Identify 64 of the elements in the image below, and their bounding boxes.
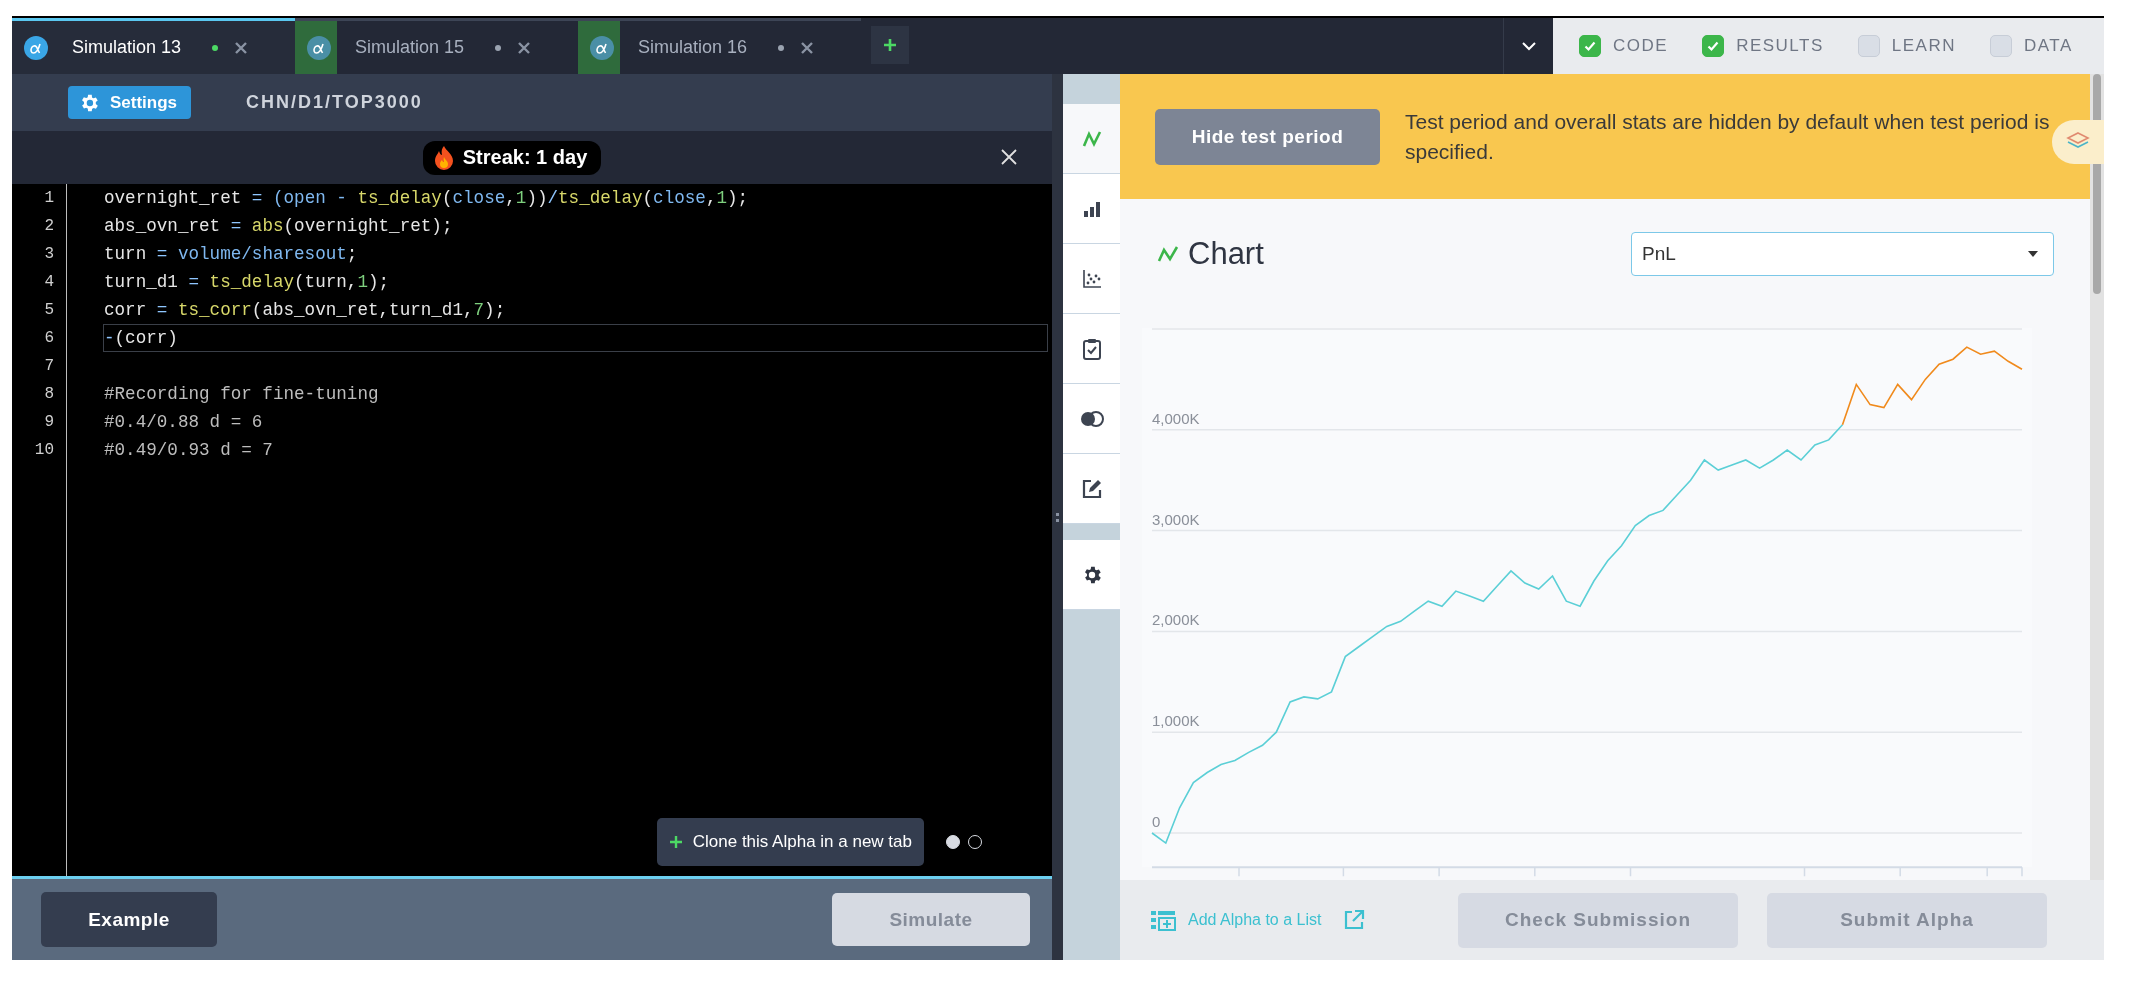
y-axis-label: 3,000K [1152, 510, 1200, 528]
panel-toggle[interactable]: DATA [1989, 35, 2073, 57]
code-line: turn_d1 = ts_delay(turn,1); [104, 272, 390, 292]
y-axis-label: 2,000K [1152, 611, 1200, 629]
hide-test-period-button[interactable]: Hide test period [1155, 108, 1380, 165]
checkbox[interactable] [1579, 35, 1601, 57]
caret-icon [2027, 250, 2039, 258]
flame-icon [432, 144, 455, 171]
code-line: overnight_ret = (open - ts_delay(close,1))/ts_delay(close,1); [104, 188, 749, 208]
panel-toggle[interactable]: CODE [1579, 35, 1669, 57]
line-number: 4 [43, 272, 55, 293]
line-number: 6 [43, 328, 55, 349]
line-number: 1 [43, 188, 55, 209]
y-axis-label: 0 [1152, 813, 1161, 830]
close-icon[interactable] [517, 40, 531, 55]
checkbox[interactable] [1989, 35, 2012, 57]
line-number: 7 [43, 356, 55, 377]
y-axis-label: 4,000K [1152, 409, 1200, 427]
universe-label: CHN/D1/TOP3000 [246, 92, 423, 113]
chevron-down-icon [1521, 42, 1536, 51]
edit-icon [1080, 477, 1103, 500]
code-line: turn = volume/sharesout; [104, 244, 358, 264]
code-line: -(corr) [104, 328, 178, 348]
clone-button[interactable]: Clone this Alpha in a new tab [656, 818, 924, 866]
toggle-circles-icon [1078, 409, 1105, 428]
streak-badge: Streak: 1 day [422, 140, 602, 175]
alpha-logo-icon [590, 35, 614, 60]
alpha-logo-icon [307, 35, 331, 60]
code-line: #0.49/0.93 d = 7 [104, 440, 273, 460]
check-icon [1584, 41, 1596, 52]
alpha-logo-icon [24, 35, 48, 60]
checkbox[interactable] [1857, 35, 1880, 57]
plus-icon [668, 835, 683, 849]
y-axis-label: 1,000K [1152, 712, 1200, 730]
check-icon [1707, 41, 1719, 52]
line-chart-icon [1156, 244, 1180, 264]
notice-text: Test period and overall stats are hidden by default when test period is specified. [1405, 108, 2051, 165]
example-button[interactable]: Example [41, 892, 217, 947]
clipboard-check-icon [1080, 336, 1103, 361]
code-line: #0.4/0.88 d = 6 [104, 412, 263, 432]
chart-title: Chart [1188, 236, 1264, 272]
new-tab-button[interactable] [871, 26, 909, 64]
split-handle[interactable] [1052, 74, 1063, 960]
checkbox[interactable] [1702, 35, 1725, 57]
panel-toggle[interactable]: RESULTS [1702, 35, 1824, 57]
line-number: 9 [43, 412, 55, 433]
code-line: corr = ts_corr(abs_ovn_ret,turn_d1,7); [104, 300, 506, 320]
page-dot[interactable] [946, 835, 960, 849]
close-icon[interactable] [800, 40, 814, 55]
metric-select[interactable]: PnL [1631, 232, 2054, 276]
tab[interactable]: Simulation 13 [12, 18, 295, 74]
settings-button[interactable]: Settings [68, 86, 192, 119]
line-number: 3 [43, 244, 55, 265]
line-number: 2 [43, 216, 55, 237]
code-line: abs_ovn_ret = abs(overnight_ret); [104, 216, 453, 236]
scatter-plot-icon [1080, 267, 1103, 290]
list-add-icon [1150, 909, 1176, 931]
code-line: #Recording for fine-tuning [104, 384, 379, 404]
line-number: 10 [33, 440, 55, 461]
panel-toggle[interactable]: LEARN [1857, 35, 1956, 57]
line-number: 8 [43, 384, 55, 405]
plus-icon [882, 37, 898, 53]
close-icon[interactable] [234, 40, 248, 55]
line-number: 5 [43, 300, 55, 321]
